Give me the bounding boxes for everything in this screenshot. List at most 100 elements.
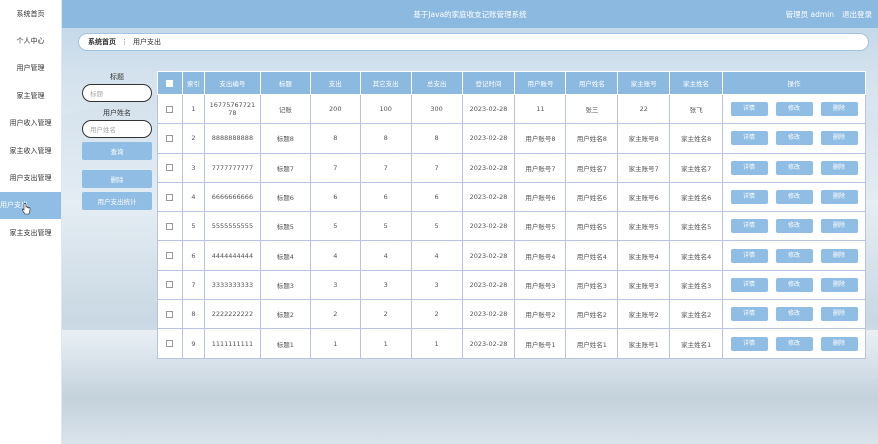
table-cell: 记账 — [259, 93, 311, 125]
sidebar-item-user-income[interactable]: 用户收入管理 — [0, 110, 61, 137]
table-cell: 用户姓名1 — [565, 328, 619, 359]
delete-button[interactable]: 删除 — [820, 160, 858, 175]
detail-button[interactable]: 详情 — [730, 219, 768, 234]
table-cell: 300 — [410, 93, 463, 125]
expense-table: 索引 支出编号 标题 支出 其它支出 总支出 登记时间 用户账号 用户姓名 家主账号 家主姓名 操作 … — [157, 71, 866, 359]
batch-delete-button[interactable]: 删除 — [82, 170, 152, 188]
column-header: 家主姓名 — [669, 71, 724, 95]
edit-button[interactable]: 修改 — [775, 131, 813, 146]
detail-button[interactable]: 详情 — [730, 102, 768, 117]
column-header: 支出编号 — [203, 71, 261, 95]
delete-button[interactable]: 删除 — [820, 219, 858, 234]
table-cell: 1 — [410, 328, 463, 359]
table-cell: 用户账号3 — [514, 269, 567, 301]
detail-button[interactable]: 详情 — [730, 160, 768, 175]
detail-button[interactable]: 详情 — [730, 190, 768, 205]
sidebar-item-user-expense-management[interactable]: 用户支出管理 — [0, 164, 61, 191]
row-checkbox[interactable] — [157, 299, 183, 330]
breadcrumb: 系统首页 ⋮ 用户支出 — [78, 33, 869, 51]
column-header: 用户姓名 — [565, 71, 619, 95]
name-filter-label: 用户姓名 — [103, 109, 131, 117]
edit-button[interactable]: 修改 — [775, 248, 813, 263]
edit-button[interactable]: 修改 — [775, 277, 813, 292]
table-cell: 家主姓名4 — [669, 240, 724, 271]
edit-button[interactable]: 修改 — [775, 219, 813, 234]
select-all-checkbox[interactable] — [157, 71, 183, 95]
breadcrumb-home[interactable]: 系统首页 — [88, 37, 116, 47]
table-cell: 家主姓名1 — [669, 328, 724, 359]
row-checkbox[interactable] — [157, 328, 183, 359]
table-cell: 7 — [181, 269, 205, 301]
edit-button[interactable]: 修改 — [775, 102, 813, 117]
delete-button[interactable]: 删除 — [820, 248, 858, 263]
row-checkbox[interactable] — [157, 93, 183, 125]
table-cell: 用户账号1 — [514, 328, 567, 359]
row-checkbox[interactable] — [157, 123, 183, 154]
detail-button[interactable]: 详情 — [730, 307, 768, 322]
table-cell: 用户账号8 — [514, 123, 567, 154]
sidebar-item-personal-center[interactable]: 个人中心 — [0, 27, 61, 54]
search-button[interactable]: 查询 — [82, 142, 152, 160]
title-filter-label: 标题 — [110, 73, 124, 81]
row-checkbox[interactable] — [157, 269, 183, 301]
row-checkbox[interactable] — [157, 152, 183, 183]
column-header: 操作 — [722, 71, 866, 95]
detail-button[interactable]: 详情 — [730, 131, 768, 146]
table-cell: 2 — [410, 299, 463, 330]
app-title: 基于Java的家庭收支记账管理系统 — [413, 10, 527, 19]
delete-button[interactable]: 删除 — [820, 190, 858, 205]
table-cell: 用户姓名2 — [565, 299, 619, 330]
table-cell: 2 — [181, 123, 205, 154]
table-cell: 标题2 — [259, 299, 311, 330]
table-cell: 家主账号8 — [617, 123, 671, 154]
row-checkbox[interactable] — [157, 181, 183, 213]
expense-stats-button[interactable]: 用户支出统计 — [82, 192, 152, 210]
table-cell: 用户账号7 — [514, 152, 567, 183]
delete-button[interactable]: 删除 — [820, 131, 858, 146]
edit-button[interactable]: 修改 — [775, 190, 813, 205]
table-cell: 家主账号1 — [617, 328, 671, 359]
detail-button[interactable]: 详情 — [730, 336, 768, 351]
table-cell: 标题1 — [259, 328, 311, 359]
table-cell: 3 — [410, 269, 463, 301]
table-cell: 22 — [617, 93, 671, 125]
table-row: 2 8888888888 标题8 8 8 8 2023-02-28 用户账号8 用户姓名8 家主账… — [157, 123, 866, 154]
table-row: 7 3333333333 标题3 3 3 3 2023-02-28 用户账号3 用户姓名3 家主账… — [157, 269, 866, 301]
table-cell: 5 — [309, 211, 361, 242]
row-checkbox[interactable] — [157, 211, 183, 242]
edit-button[interactable]: 修改 — [775, 336, 813, 351]
detail-button[interactable]: 详情 — [730, 277, 768, 292]
table-cell: 7 — [359, 152, 412, 183]
table-cell: 标题5 — [259, 211, 311, 242]
row-actions: 详情 修改 删除 — [722, 181, 866, 213]
top-bar: 基于Java的家庭收支记账管理系统 管理员 admin 退出登录 — [62, 0, 878, 28]
table-cell: 11 — [514, 93, 567, 125]
name-filter-input[interactable]: 用户姓名 — [82, 120, 152, 138]
sidebar-item-head-management[interactable]: 家主管理 — [0, 82, 61, 109]
logout-link[interactable]: 退出登录 — [842, 9, 872, 20]
row-checkbox[interactable] — [157, 240, 183, 271]
table-cell: 3 — [309, 269, 361, 301]
sidebar-item-home[interactable]: 系统首页 — [0, 0, 61, 27]
column-header: 用户账号 — [514, 71, 567, 95]
table-cell: 标题6 — [259, 181, 311, 213]
edit-button[interactable]: 修改 — [775, 307, 813, 322]
table-cell: 8888888888 — [203, 123, 261, 154]
title-filter-input[interactable]: 标题 — [82, 84, 152, 102]
table-cell: 8 — [309, 123, 361, 154]
delete-button[interactable]: 删除 — [820, 102, 858, 117]
detail-button[interactable]: 详情 — [730, 248, 768, 263]
sidebar-item-head-expense[interactable]: 家主支出管理 — [0, 219, 61, 246]
delete-button[interactable]: 删除 — [820, 336, 858, 351]
column-header: 其它支出 — [359, 71, 412, 95]
delete-button[interactable]: 删除 — [820, 277, 858, 292]
table-cell: 6 — [410, 181, 463, 213]
table-cell: 8 — [410, 123, 463, 154]
table-cell: 2023-02-28 — [461, 299, 516, 330]
sidebar-item-user-management[interactable]: 用户管理 — [0, 55, 61, 82]
table-cell: 用户姓名8 — [565, 123, 619, 154]
edit-button[interactable]: 修改 — [775, 160, 813, 175]
sidebar-item-head-income[interactable]: 家主收入管理 — [0, 137, 61, 164]
delete-button[interactable]: 删除 — [820, 307, 858, 322]
table-cell: 7 — [410, 152, 463, 183]
